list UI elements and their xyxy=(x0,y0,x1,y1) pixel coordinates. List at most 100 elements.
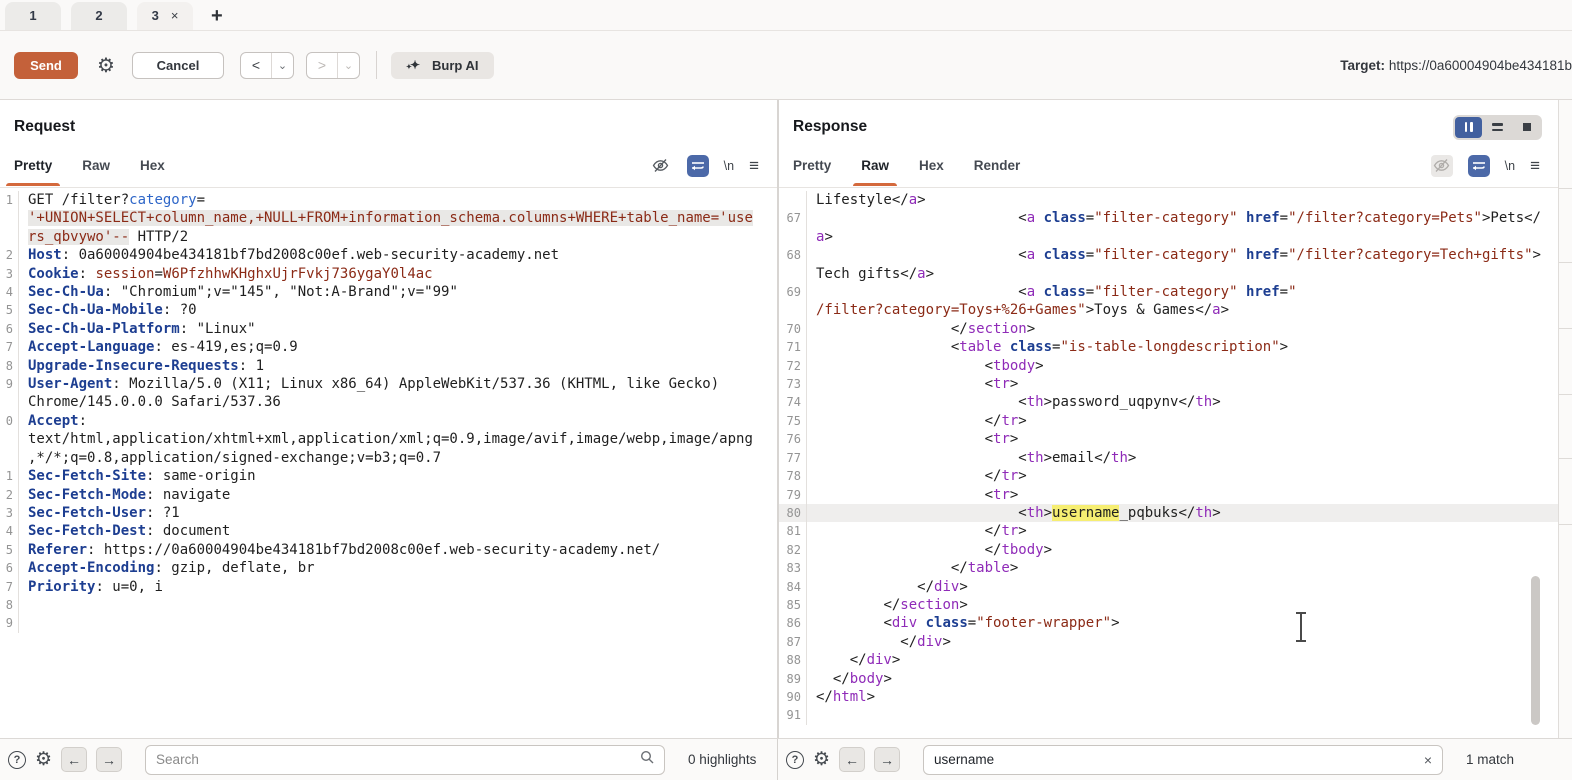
repeater-tab-1[interactable]: 1 xyxy=(5,2,61,30)
new-tab-button[interactable]: + xyxy=(203,4,231,28)
request-view-icons: \n ≡ xyxy=(650,155,759,177)
clear-search-icon[interactable]: × xyxy=(1424,752,1432,768)
code-line: 7Priority: u=0, i xyxy=(0,578,777,596)
next-match-button[interactable]: → xyxy=(96,747,122,772)
line-number: 83 xyxy=(779,559,806,577)
code-line: 79 <tr> xyxy=(779,486,1558,504)
request-tab-hex[interactable]: Hex xyxy=(132,145,173,186)
tab-label: 2 xyxy=(95,8,102,23)
line-number: 2 xyxy=(0,486,18,504)
code-line: 76 <tr> xyxy=(779,430,1558,448)
response-search-input[interactable] xyxy=(934,752,1416,767)
code-line: Chrome/145.0.0.0 Safari/537.36 xyxy=(0,393,777,411)
send-button[interactable]: Send xyxy=(14,52,78,79)
editor-menu-icon[interactable]: ≡ xyxy=(749,157,759,174)
code-line: 5Sec-Ch-Ua-Mobile: ?0 xyxy=(0,301,777,319)
previous-match-button[interactable]: ← xyxy=(839,747,865,772)
next-match-button[interactable]: → xyxy=(874,747,900,772)
back-button[interactable]: < xyxy=(241,53,271,78)
code-line: 72 <tbody> xyxy=(779,357,1558,375)
line-number: 73 xyxy=(779,375,806,393)
request-tab-raw[interactable]: Raw xyxy=(74,145,118,186)
response-editor[interactable]: Lifestyle</a>67 <a class="filter-categor… xyxy=(779,188,1558,738)
show-newlines-icon[interactable]: \n xyxy=(724,159,734,173)
code-line: 69 <a class="filter-category" href=" xyxy=(779,283,1558,301)
line-number: 6 xyxy=(0,320,18,338)
layout-single-button[interactable] xyxy=(1513,117,1540,138)
code-line: 84 </div> xyxy=(779,578,1558,596)
line-number: 2 xyxy=(0,246,18,264)
code-line: 81 </tr> xyxy=(779,522,1558,540)
code-line: 6Accept-Encoding: gzip, deflate, br xyxy=(0,559,777,577)
word-wrap-icon[interactable] xyxy=(687,155,709,177)
arrow-left-icon: ← xyxy=(845,752,859,768)
inspector-collapsed-strip[interactable] xyxy=(1558,100,1572,738)
request-search-bar: ? ⚙ ← → 0 highlights xyxy=(0,739,777,780)
hide-nonprintable-icon[interactable] xyxy=(650,155,672,177)
forward-history-dropdown[interactable]: ⌄ xyxy=(337,53,359,78)
request-tab-pretty[interactable]: Pretty xyxy=(6,145,60,186)
word-wrap-icon[interactable] xyxy=(1468,155,1490,177)
cancel-button[interactable]: Cancel xyxy=(132,52,224,79)
hide-nonprintable-icon[interactable] xyxy=(1431,155,1453,177)
line-number: 6 xyxy=(0,559,18,577)
burp-ai-button[interactable]: ✦✦ Burp AI xyxy=(391,52,494,79)
arrow-left-icon: ← xyxy=(67,752,81,768)
line-number: 82 xyxy=(779,541,806,559)
highlights-count: 0 highlights xyxy=(688,752,756,767)
code-line: 89 </body> xyxy=(779,670,1558,688)
search-settings-gear-icon[interactable]: ⚙ xyxy=(813,748,830,771)
close-tab-icon[interactable]: × xyxy=(171,8,179,23)
response-tab-pretty[interactable]: Pretty xyxy=(785,145,839,186)
repeater-tab-3[interactable]: 3 × xyxy=(137,2,193,30)
code-line: 6Sec-Ch-Ua-Platform: "Linux" xyxy=(0,320,777,338)
request-settings-gear-button[interactable]: ⚙ xyxy=(92,52,120,79)
code-line: 88 </div> xyxy=(779,651,1558,669)
code-line: 3Cookie: session=W6PfzhhwKHghxUjrFvkj736… xyxy=(0,265,777,283)
line-number: 69 xyxy=(779,283,806,301)
line-number: 75 xyxy=(779,412,806,430)
show-newlines-icon[interactable]: \n xyxy=(1505,159,1515,173)
tab-label: 3 xyxy=(152,8,159,23)
line-number: 78 xyxy=(779,467,806,485)
code-line: 83 </table> xyxy=(779,559,1558,577)
editor-menu-icon[interactable]: ≡ xyxy=(1530,157,1540,174)
request-editor[interactable]: 1GET /filter?category= '+UNION+SELECT+co… xyxy=(0,188,777,738)
line-number: 7 xyxy=(0,338,18,356)
arrow-right-icon: → xyxy=(102,752,116,768)
line-number xyxy=(0,393,18,411)
forward-button[interactable]: > xyxy=(307,53,337,78)
chevron-down-icon: ⌄ xyxy=(344,59,353,72)
repeater-toolbar: Send ⚙ Cancel < ⌄ > ⌄ ✦✦ Burp AI Target:… xyxy=(0,30,1572,100)
code-line: 9 xyxy=(0,614,777,632)
help-icon[interactable]: ? xyxy=(8,751,26,769)
layout-columns-button[interactable] xyxy=(1455,117,1482,138)
line-number xyxy=(779,265,806,283)
response-tab-hex[interactable]: Hex xyxy=(911,145,952,186)
help-icon[interactable]: ? xyxy=(786,751,804,769)
target-url-bar[interactable]: Target: https://0a60004904be434181b xyxy=(1320,58,1572,73)
previous-match-button[interactable]: ← xyxy=(61,747,87,772)
response-tab-render[interactable]: Render xyxy=(966,145,1029,186)
chevron-right-icon: > xyxy=(318,57,326,73)
search-settings-gear-icon[interactable]: ⚙ xyxy=(35,748,52,771)
layout-rows-button[interactable] xyxy=(1484,117,1511,138)
request-search-input[interactable] xyxy=(156,752,632,767)
line-number: 68 xyxy=(779,246,806,264)
response-tab-raw[interactable]: Raw xyxy=(853,145,897,186)
line-number: 86 xyxy=(779,614,806,632)
back-history-dropdown[interactable]: ⌄ xyxy=(271,53,293,78)
line-number: 4 xyxy=(0,522,18,540)
line-number: 1 xyxy=(0,467,18,485)
code-line: 8Upgrade-Insecure-Requests: 1 xyxy=(0,357,777,375)
code-line: a> xyxy=(779,228,1558,246)
response-scrollbar-thumb[interactable] xyxy=(1531,576,1540,725)
repeater-tab-2[interactable]: 2 xyxy=(71,2,127,30)
code-line: 4Sec-Fetch-Dest: document xyxy=(0,522,777,540)
line-number: 4 xyxy=(0,283,18,301)
line-number xyxy=(779,228,806,246)
request-title: Request xyxy=(14,118,75,136)
response-tab-row: Pretty Raw Hex Render \n ≡ xyxy=(779,144,1572,188)
line-number xyxy=(0,449,18,467)
code-line: 2Host: 0a60004904be434181bf7bd2008c00ef.… xyxy=(0,246,777,264)
